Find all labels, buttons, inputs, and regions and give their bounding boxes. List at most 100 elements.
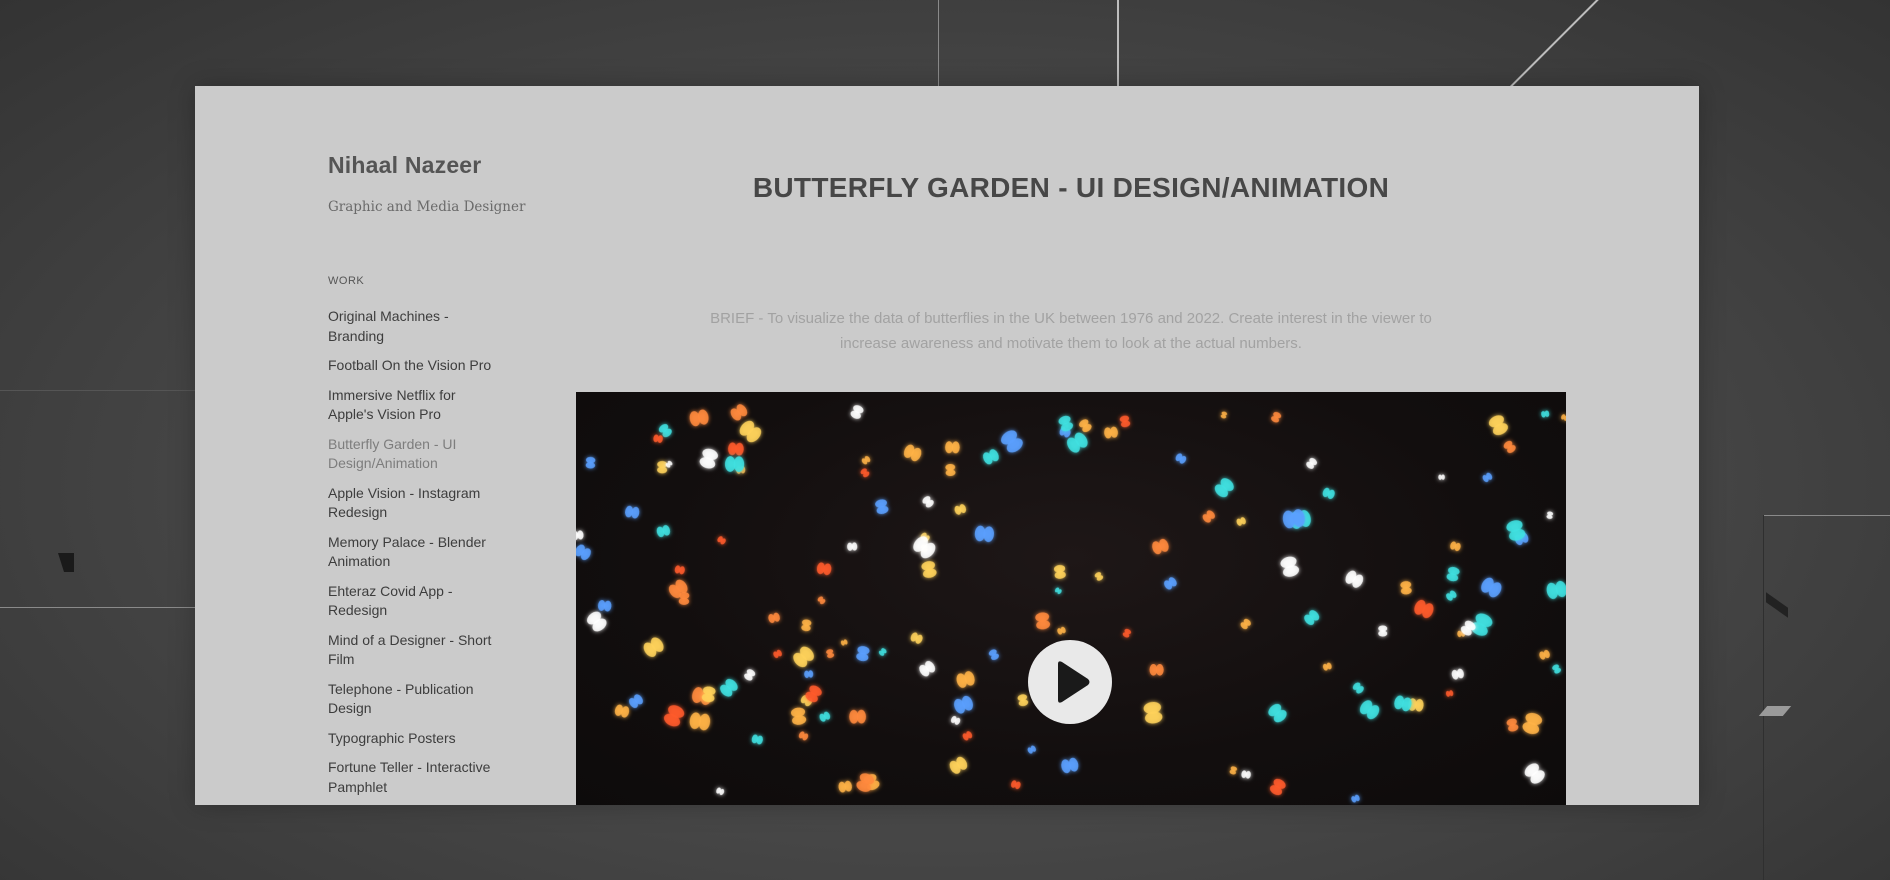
butterfly-glyph (1351, 794, 1360, 803)
butterfly-glyph (1104, 426, 1118, 439)
butterfly-glyph (625, 505, 640, 519)
butterfly-glyph (1240, 618, 1251, 630)
butterfly-glyph (1446, 566, 1460, 582)
butterfly-glyph (1122, 628, 1132, 638)
butterfly-glyph (1322, 662, 1332, 671)
butterfly-glyph (1220, 411, 1228, 419)
nav-item-original-machines[interactable]: Original Machines - Branding (328, 307, 500, 346)
butterfly-glyph (1241, 770, 1251, 779)
butterfly-glyph (1054, 587, 1062, 595)
butterfly-glyph (801, 619, 812, 632)
butterfly-glyph (725, 456, 745, 473)
video-player[interactable] (576, 392, 1566, 805)
background-line (1763, 515, 1890, 516)
butterfly-glyph (1149, 664, 1164, 676)
butterfly-glyph (728, 442, 744, 456)
butterfly-glyph (674, 565, 685, 575)
butterfly-glyph (1280, 556, 1300, 577)
nav-item-football-vision-pro[interactable]: Football On the Vision Pro (328, 356, 500, 376)
butterfly-glyph (1119, 415, 1131, 428)
butterfly-glyph (962, 731, 973, 741)
butterfly-glyph (751, 734, 763, 745)
butterfly-glyph (1546, 580, 1566, 599)
butterfly-glyph (1061, 757, 1079, 774)
butterfly-glyph (1446, 590, 1457, 601)
butterfly-glyph (983, 449, 999, 465)
butterfly-glyph (1541, 410, 1550, 418)
butterfly-glyph (1027, 745, 1037, 754)
butterfly-glyph (1481, 577, 1502, 598)
butterfly-glyph (847, 542, 858, 551)
butterfly-glyph (860, 468, 870, 478)
butterfly-glyph (988, 649, 1000, 661)
butterfly-glyph (1546, 511, 1554, 519)
butterfly-glyph (1001, 430, 1023, 453)
butterfly-glyph (665, 460, 673, 468)
butterfly-glyph (768, 612, 780, 624)
butterfly-glyph (1010, 780, 1021, 790)
background-shard (1766, 592, 1788, 618)
butterfly-glyph (1488, 415, 1508, 436)
background-line (938, 0, 939, 86)
background-line (1510, 0, 1611, 88)
butterfly-glyph (1268, 703, 1287, 723)
butterfly-glyph (817, 596, 826, 605)
butterfly-glyph (1058, 415, 1074, 432)
butterfly-glyph (875, 499, 889, 515)
butterfly-glyph (956, 671, 975, 688)
play-button[interactable] (1028, 640, 1112, 724)
butterfly-glyph (1503, 440, 1516, 454)
butterfly-glyph (1079, 419, 1092, 433)
butterfly-glyph (804, 670, 814, 678)
butterfly-glyph (1400, 581, 1412, 595)
butterfly-glyph (950, 715, 961, 725)
butterfly-animation-frame (576, 404, 1566, 803)
butterfly-glyph (910, 632, 923, 644)
butterfly-glyph (585, 456, 596, 469)
background-shard (58, 553, 74, 572)
nav-item-instagram-redesign[interactable]: Apple Vision - Instagram Redesign (328, 484, 500, 523)
nav-item-immersive-netflix[interactable]: Immersive Netflix for Apple's Vision Pro (328, 386, 500, 425)
butterfly-glyph (793, 646, 814, 668)
butterfly-glyph (1561, 414, 1566, 421)
butterfly-glyph (653, 434, 663, 443)
butterfly-glyph (1094, 572, 1104, 581)
butterfly-glyph (856, 646, 870, 662)
butterfly-glyph (1152, 538, 1169, 555)
butterfly-glyph (945, 441, 960, 454)
portfolio-page: Nihaal Nazeer Graphic and Media Designer… (195, 86, 1699, 805)
site-name[interactable]: Nihaal Nazeer (328, 152, 528, 179)
sidebar: Nihaal Nazeer Graphic and Media Designer… (328, 152, 528, 805)
nav-item-fortune-teller[interactable]: Fortune Teller - Interactive Pamphlet (328, 758, 500, 797)
background-line (1763, 515, 1764, 880)
butterfly-glyph (1552, 664, 1562, 674)
butterfly-glyph (1345, 570, 1364, 588)
butterfly-glyph (838, 780, 852, 793)
nav-item-typographic-posters[interactable]: Typographic Posters (328, 729, 500, 749)
butterfly-glyph (1450, 541, 1461, 552)
butterfly-glyph (791, 707, 807, 725)
work-section-label[interactable]: WORK (328, 275, 528, 287)
play-icon (1058, 661, 1090, 703)
butterfly-glyph (643, 637, 664, 657)
background-line (0, 390, 195, 391)
butterfly-glyph (614, 704, 630, 718)
nav-item-mind-of-designer[interactable]: Mind of a Designer - Short Film (328, 631, 500, 670)
butterfly-glyph (1214, 478, 1234, 498)
butterfly-glyph (949, 756, 968, 774)
butterfly-glyph (1524, 763, 1545, 784)
nav-item-butterfly-garden[interactable]: Butterfly Garden - UI Design/Animation (328, 435, 500, 474)
project-brief: BRIEF - To visualize the data of butterf… (710, 310, 1432, 352)
butterfly-glyph (1445, 690, 1454, 697)
nav-item-memory-palace[interactable]: Memory Palace - Blender Animation (328, 533, 500, 572)
butterfly-glyph (739, 420, 762, 443)
butterfly-glyph (922, 496, 934, 508)
butterfly-glyph (597, 600, 612, 612)
nav-item-telephone[interactable]: Telephone - Publication Design (328, 680, 500, 719)
butterfly-glyph (903, 444, 922, 462)
project-nav: Original Machines - Branding Football On… (328, 307, 528, 797)
nav-item-ehteraz-covid[interactable]: Ehteraz Covid App - Redesign (328, 582, 500, 621)
butterfly-glyph (1229, 766, 1238, 775)
butterfly-glyph (1304, 610, 1320, 626)
butterfly-glyph (576, 544, 591, 561)
